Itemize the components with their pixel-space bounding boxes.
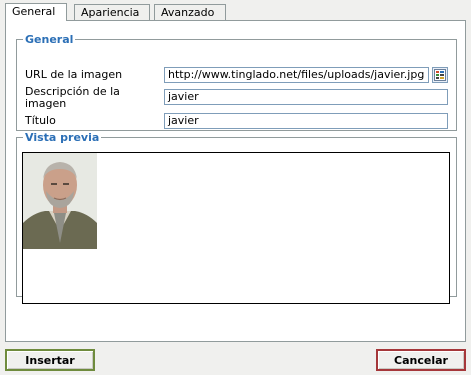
preview-area — [22, 152, 450, 304]
portrait-photo — [23, 153, 97, 249]
tab-general[interactable]: General — [5, 3, 67, 21]
title-label: Título — [25, 114, 56, 127]
url-label: URL de la imagen — [25, 68, 123, 81]
preview-legend: Vista previa — [25, 131, 100, 144]
title-input[interactable]: javier — [164, 113, 448, 129]
preview-fieldset: Vista previa — [16, 131, 457, 304]
description-label: Descripción de la imagen — [25, 85, 120, 110]
url-input[interactable]: http://www.tinglado.net/files/uploads/ja… — [164, 67, 429, 83]
tab-panel-general: General URL de la imagen http://www.ting… — [5, 20, 466, 342]
general-legend: General — [25, 33, 74, 46]
general-fieldset: General URL de la imagen http://www.ting… — [16, 33, 457, 131]
tab-apariencia[interactable]: Apariencia — [74, 4, 150, 20]
image-browser-icon[interactable] — [432, 67, 448, 83]
insert-button[interactable]: Insertar — [5, 349, 95, 371]
tab-avanzado[interactable]: Avanzado — [154, 4, 226, 20]
description-input[interactable]: javier — [164, 89, 448, 105]
cancel-button[interactable]: Cancelar — [376, 349, 466, 371]
